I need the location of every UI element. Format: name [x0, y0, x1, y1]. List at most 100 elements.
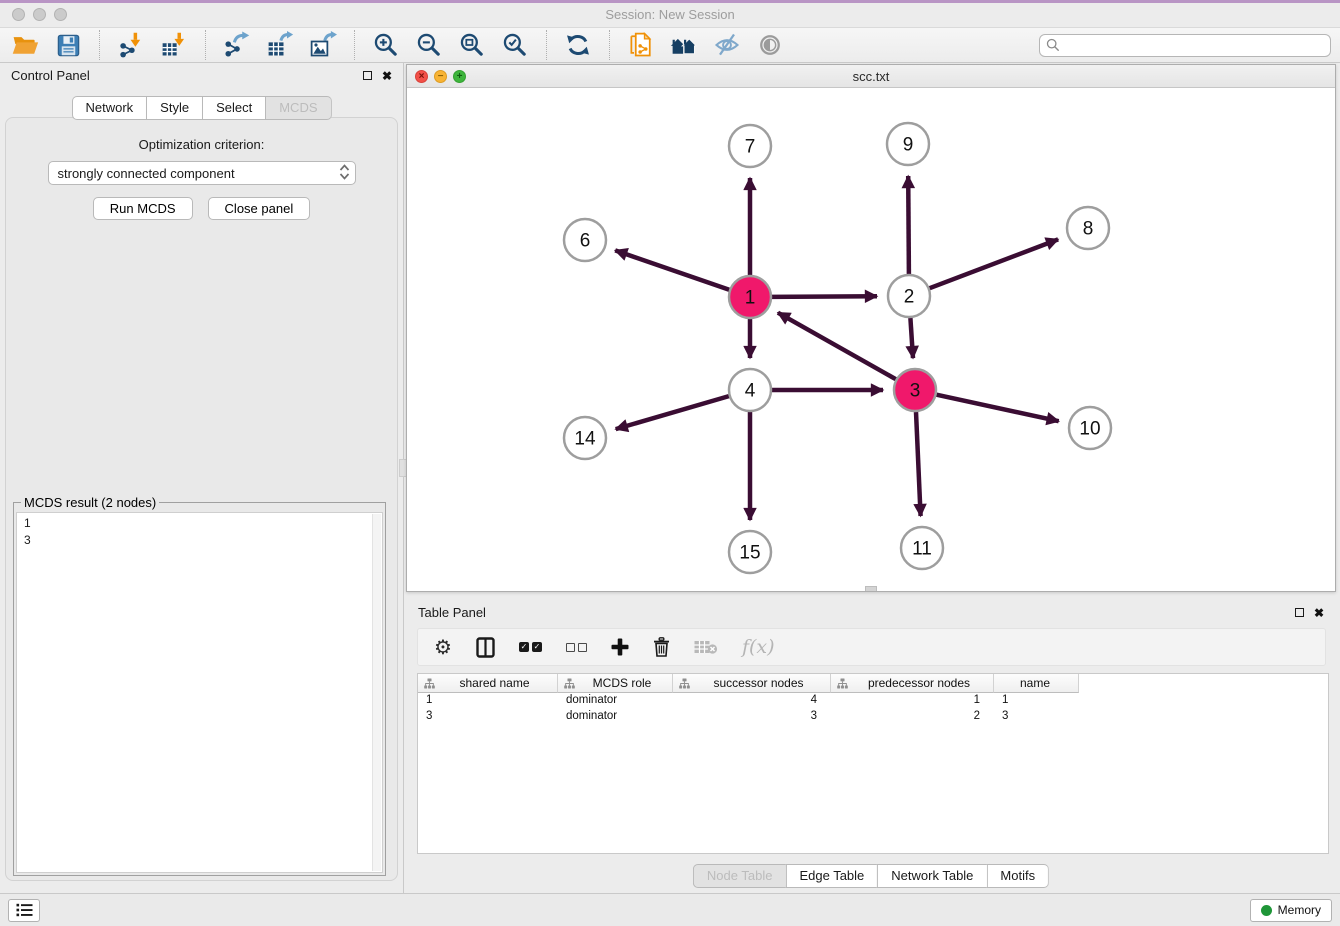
tab-network-table[interactable]: Network Table	[877, 864, 986, 888]
gear-icon[interactable]: ⚙	[434, 635, 452, 659]
close-panel-icon[interactable]: ✖	[382, 70, 392, 82]
search-icon	[1046, 38, 1060, 52]
run-mcds-button[interactable]: Run MCDS	[93, 197, 193, 220]
node-2[interactable]: 2	[888, 275, 930, 317]
tab-edge-table[interactable]: Edge Table	[785, 864, 877, 888]
search-input[interactable]	[1064, 37, 1324, 53]
edge-1-6[interactable]	[615, 250, 729, 289]
node-6[interactable]: 6	[564, 219, 606, 261]
float-table-panel-icon[interactable]	[1295, 608, 1304, 617]
tab-node-table[interactable]: Node Table	[693, 864, 786, 888]
result-scrollbar[interactable]	[372, 514, 381, 871]
zoom-selected-icon[interactable]	[500, 30, 530, 60]
application-window: Session: New Session	[0, 0, 1340, 926]
table-cell: 3	[673, 709, 831, 725]
tab-network[interactable]: Network	[71, 96, 146, 120]
add-icon[interactable]	[611, 635, 629, 659]
column-header-MCDS-role[interactable]: MCDS role	[558, 674, 673, 693]
table-cell: dominator	[558, 709, 673, 725]
table-cell: 1	[831, 693, 994, 709]
edge-3-1[interactable]	[778, 313, 896, 380]
node-9[interactable]: 9	[887, 123, 929, 165]
home-icon[interactable]	[669, 30, 699, 60]
table-toolbar: ⚙ ✓✓ f(x)	[417, 628, 1326, 666]
edge-1-2[interactable]	[772, 296, 877, 297]
float-panel-icon[interactable]	[363, 71, 372, 80]
eye-icon[interactable]	[755, 30, 785, 60]
network-canvas[interactable]: 7 9 6 8 1 2 4 3 14 10 15 11	[407, 88, 1335, 591]
search-field[interactable]	[1039, 34, 1331, 57]
mcds-result-lines[interactable]: 13	[16, 512, 383, 873]
tab-style[interactable]: Style	[146, 96, 202, 120]
node-10[interactable]: 10	[1069, 407, 1111, 449]
tab-mcds[interactable]: MCDS	[265, 96, 331, 120]
edge-3-11[interactable]	[916, 412, 921, 516]
deselect-all-checkboxes-icon[interactable]	[566, 635, 587, 659]
table-row[interactable]: 1dominator411	[418, 693, 1328, 709]
svg-text:9: 9	[903, 135, 914, 156]
edge-3-10[interactable]	[937, 395, 1059, 422]
svg-text:15: 15	[739, 543, 760, 564]
trash-icon[interactable]	[653, 635, 670, 659]
column-header-shared-name[interactable]: shared name	[418, 674, 558, 693]
select-all-checkboxes-icon[interactable]: ✓✓	[519, 635, 542, 659]
network-window-titlebar[interactable]: × − + scc.txt	[407, 65, 1335, 88]
open-folder-icon[interactable]	[10, 30, 40, 60]
table-row[interactable]: 3dominator323	[418, 709, 1328, 725]
canvas-resize-handle[interactable]	[865, 586, 877, 591]
network-window-title: scc.txt	[407, 69, 1335, 84]
export-network-icon[interactable]	[222, 30, 252, 60]
split-column-icon[interactable]	[476, 635, 495, 659]
function-builder-icon: f(x)	[742, 635, 775, 659]
node-15[interactable]: 15	[729, 531, 771, 573]
close-panel-button[interactable]: Close panel	[208, 197, 311, 220]
tab-select[interactable]: Select	[202, 96, 265, 120]
svg-text:7: 7	[745, 137, 756, 158]
edge-2-3[interactable]	[910, 318, 913, 358]
control-panel-title: Control Panel	[11, 68, 90, 83]
memory-button[interactable]: Memory	[1250, 899, 1332, 922]
table-body: 1dominator4113dominator323	[418, 693, 1328, 725]
column-header-predecessor-nodes[interactable]: predecessor nodes	[831, 674, 994, 693]
zoom-in-icon[interactable]	[371, 30, 401, 60]
svg-text:11: 11	[912, 539, 932, 560]
table-panel: Table Panel ✖ ⚙ ✓✓	[406, 600, 1336, 892]
table-cell: dominator	[558, 693, 673, 709]
table-cell: 1	[994, 693, 1079, 709]
tab-motifs[interactable]: Motifs	[986, 864, 1049, 888]
edge-2-8[interactable]	[930, 239, 1059, 288]
import-table-icon[interactable]	[159, 30, 189, 60]
control-panel: Control Panel ✖ Network Style Select MCD…	[0, 63, 403, 893]
mcds-result-line: 1	[24, 515, 368, 532]
column-header-successor-nodes[interactable]: successor nodes	[673, 674, 831, 693]
svg-text:10: 10	[1079, 419, 1100, 440]
export-table-icon[interactable]	[265, 30, 295, 60]
close-table-panel-icon[interactable]: ✖	[1314, 607, 1324, 619]
criterion-dropdown[interactable]: strongly connected component	[48, 161, 356, 185]
control-panel-tabs: Network Style Select MCDS	[71, 96, 331, 120]
edge-2-9[interactable]	[908, 176, 909, 274]
export-image-icon[interactable]	[308, 30, 338, 60]
node-14[interactable]: 14	[564, 417, 606, 459]
column-header-name[interactable]: name	[994, 674, 1079, 693]
edge-4-14[interactable]	[616, 396, 729, 429]
node-7[interactable]: 7	[729, 125, 771, 167]
node-4[interactable]: 4	[729, 369, 771, 411]
node-1[interactable]: 1	[729, 276, 771, 318]
save-icon[interactable]	[53, 30, 83, 60]
node-3[interactable]: 3	[894, 369, 936, 411]
network-view-window: × − + scc.txt 7 9 6 8 1 2 4 3 14 10 15 11	[406, 64, 1336, 592]
eye-hide-icon[interactable]	[712, 30, 742, 60]
column-type-icon	[564, 678, 575, 689]
refresh-icon[interactable]	[563, 30, 593, 60]
network-document-icon[interactable]	[626, 30, 656, 60]
dropdown-stepper-icon	[338, 163, 351, 184]
zoom-out-icon[interactable]	[414, 30, 444, 60]
task-history-button[interactable]	[8, 899, 40, 922]
zoom-fit-icon[interactable]	[457, 30, 487, 60]
node-11[interactable]: 11	[901, 527, 943, 569]
import-network-icon[interactable]	[116, 30, 146, 60]
node-8[interactable]: 8	[1067, 207, 1109, 249]
table-cell: 3	[418, 709, 558, 725]
status-bar: Memory	[0, 893, 1340, 926]
